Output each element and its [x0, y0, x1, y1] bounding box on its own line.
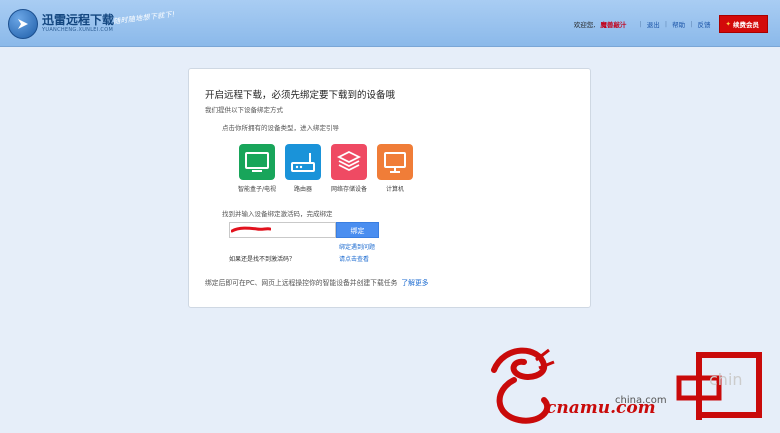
- crown-icon: ✦: [725, 20, 731, 28]
- bind-problem-link[interactable]: 绑定遇到问题: [339, 242, 375, 251]
- click-to-view-link[interactable]: 请点击查看: [339, 254, 369, 263]
- renew-vip-label: 续费会员: [733, 21, 759, 29]
- step2-text: 找到并输入设备绑定激活码，完成绑定: [222, 210, 333, 218]
- storage-icon: [331, 144, 367, 180]
- divider: |: [690, 20, 693, 28]
- welcome-text: 欢迎您,: [573, 21, 596, 29]
- device-label: 计算机: [385, 186, 404, 193]
- bind-device-card: 开启远程下载，必须先绑定要下载到的设备哦 我们提供以下设备绑定方式 点击你所拥有…: [188, 68, 591, 308]
- watermark-site: china.com: [615, 395, 667, 406]
- bind-button[interactable]: 绑定: [336, 222, 379, 238]
- help-link-header[interactable]: 帮助: [672, 19, 685, 29]
- feedback-link[interactable]: 反馈: [697, 19, 710, 29]
- top-header: 迅雷远程下载 YUANCHENG.XUNLEI.COM 随时随地想下就下! 欢迎…: [0, 0, 780, 47]
- footer-note: 绑定后即可在PC、网页上远程操控你的智能设备并创建下载任务 了解更多: [205, 277, 429, 287]
- redaction-scribble-icon: [231, 226, 271, 233]
- renew-vip-button[interactable]: ✦ 续费会员: [718, 15, 768, 33]
- footer-note-text: 绑定后即可在PC、网页上远程操控你的智能设备并创建下载任务: [205, 279, 398, 287]
- user-bar: 欢迎您, 魔兽敲汁 | 退出 | 帮助 | 反馈 ✦ 续费会员: [573, 15, 768, 33]
- slogan: 随时随地想下就下!: [112, 10, 176, 26]
- xunlei-logo-icon[interactable]: [8, 9, 38, 39]
- svg-text:chin: chin: [709, 370, 743, 389]
- logout-link[interactable]: 退出: [647, 19, 660, 29]
- app-subtitle: YUANCHENG.XUNLEI.COM: [42, 27, 114, 33]
- device-computer[interactable]: 计算机: [367, 144, 423, 193]
- username-link[interactable]: 魔兽敲汁: [600, 19, 626, 29]
- router-icon: [285, 144, 321, 180]
- no-code-text: 如果还是找不到激活码？: [229, 256, 296, 263]
- step1-text: 点击你所拥有的设备类型，进入绑定引导: [222, 124, 339, 132]
- card-subtitle: 我们提供以下设备绑定方式: [205, 106, 283, 114]
- card-title: 开启远程下载，必须先绑定要下载到的设备哦: [205, 90, 396, 101]
- app-title[interactable]: 迅雷远程下载: [42, 11, 114, 28]
- divider: |: [639, 20, 642, 28]
- tv-icon: [239, 144, 275, 180]
- divider: |: [664, 20, 668, 28]
- computer-icon: [377, 144, 413, 180]
- learn-more-link[interactable]: 了解更多: [401, 279, 428, 287]
